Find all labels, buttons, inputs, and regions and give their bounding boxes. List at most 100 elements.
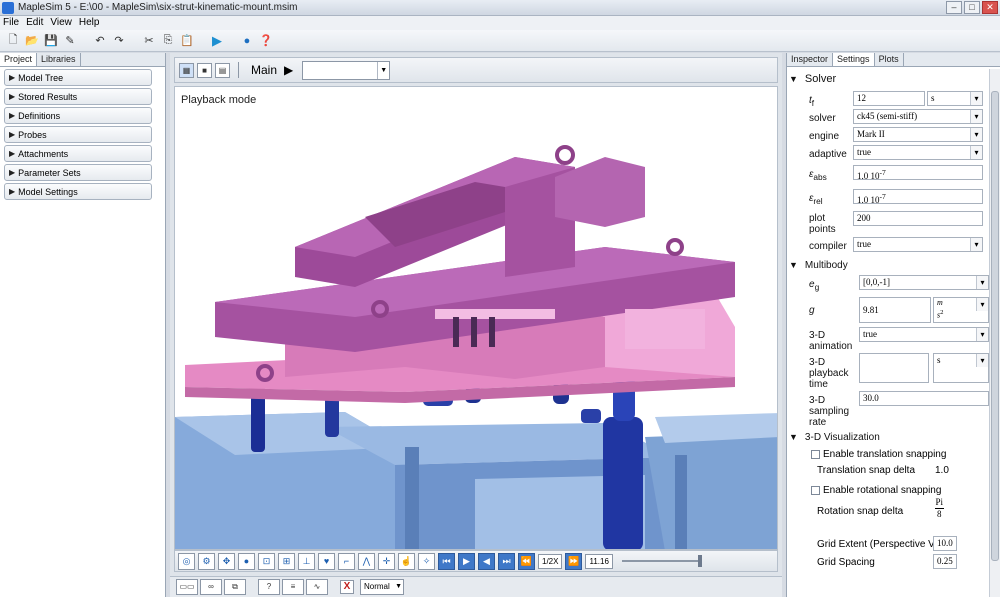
- palette-attachments[interactable]: ▶ Attachments: [4, 145, 152, 162]
- 3d-view-icon[interactable]: ■: [197, 62, 212, 78]
- 3d-sampling-input[interactable]: 30.0: [859, 391, 989, 406]
- close-button[interactable]: ✕: [982, 1, 998, 14]
- camera-icon[interactable]: ◎: [178, 552, 195, 570]
- attach-icon[interactable]: ✎: [63, 34, 77, 48]
- new-file-icon[interactable]: 🗋: [6, 34, 20, 48]
- menu-view[interactable]: View: [50, 16, 72, 30]
- palette-definitions[interactable]: ▶ Definitions: [4, 107, 152, 124]
- g-input[interactable]: 9.81: [859, 297, 931, 323]
- tab-project[interactable]: Project: [0, 53, 38, 66]
- copy-icon[interactable]: ⎘: [161, 34, 175, 48]
- gear-icon[interactable]: ⚙: [198, 552, 215, 570]
- help-icon[interactable]: ❓: [259, 34, 273, 48]
- crosshair-icon[interactable]: ✛: [378, 552, 395, 570]
- chat-icon[interactable]: ●: [240, 34, 254, 48]
- slider-knob[interactable]: [697, 555, 702, 567]
- trace-icon[interactable]: ⋀: [358, 552, 375, 570]
- paste-icon[interactable]: 📋: [180, 34, 194, 48]
- menu-file[interactable]: File: [3, 16, 19, 30]
- grid-spacing-input[interactable]: 0.25: [933, 554, 957, 569]
- settings-scrollbar[interactable]: [989, 69, 1000, 597]
- display-mode-select[interactable]: Normal ▼: [360, 579, 404, 595]
- tab-inspector[interactable]: Inspector: [787, 53, 834, 66]
- expand-triangle-icon: ▶: [9, 92, 16, 101]
- palette-probes[interactable]: ▶ Probes: [4, 126, 152, 143]
- bottom-toolbar: ▭▭ ∞ ⧉ ? ≡ ∿ X Normal ▼: [170, 576, 782, 597]
- fast-forward-icon[interactable]: ⏩: [565, 552, 583, 570]
- subsystem-select[interactable]: ▼: [302, 60, 391, 80]
- signal-icon[interactable]: ∿: [306, 579, 328, 595]
- axes-icon[interactable]: ⊥: [298, 552, 315, 570]
- run-simulation-icon[interactable]: ▶: [210, 33, 224, 48]
- step-back-icon[interactable]: ◀: [478, 552, 495, 570]
- save-icon[interactable]: 💾: [44, 34, 58, 48]
- eg-select[interactable]: [0,0,-1]: [859, 275, 989, 290]
- open-folder-icon[interactable]: 📂: [25, 34, 39, 48]
- tf-unit-select[interactable]: s: [927, 91, 983, 106]
- zoom-fit-icon[interactable]: ⊡: [258, 552, 275, 570]
- skip-end-icon[interactable]: ⏭: [498, 552, 515, 570]
- time-slider[interactable]: [621, 555, 702, 567]
- view-dropdown-icon[interactable]: ✥: [218, 552, 235, 570]
- help-doc-icon[interactable]: ?: [258, 579, 280, 595]
- visualization-section-header[interactable]: ▼ 3-D Visualization: [789, 431, 880, 443]
- diagram-view-icon[interactable]: ▦: [179, 62, 194, 78]
- 3d-playback-unit-select[interactable]: s: [933, 353, 989, 383]
- color-icon[interactable]: ●: [238, 552, 255, 570]
- undo-icon[interactable]: ↶: [93, 34, 107, 48]
- favorite-icon[interactable]: ♥: [318, 552, 335, 570]
- grid-extent-input[interactable]: 10.0: [933, 536, 957, 551]
- solver-section-header[interactable]: ▼ Solver: [789, 73, 836, 85]
- rewind-icon[interactable]: ⏪: [518, 552, 535, 570]
- 3d-playback-input[interactable]: [859, 353, 929, 383]
- tf-input[interactable]: 12: [853, 91, 925, 106]
- record-icon[interactable]: ✧: [418, 552, 435, 570]
- kinematic-mount-3d-scene[interactable]: [175, 87, 778, 550]
- split-view-icon[interactable]: ▤: [215, 62, 230, 78]
- tab-libraries[interactable]: Libraries: [37, 53, 81, 66]
- 3d-viewport[interactable]: Playback mode: [174, 86, 778, 550]
- probe-icon[interactable]: ⌐: [338, 552, 355, 570]
- document-icon[interactable]: ≡: [282, 579, 304, 595]
- tab-plots[interactable]: Plots: [875, 53, 904, 66]
- expand-triangle-icon: ▶: [9, 130, 16, 139]
- eabs-input[interactable]: 1.0 10-7: [853, 165, 983, 180]
- rotation-delta-label: Rotation snap delta: [817, 506, 904, 517]
- compiler-select[interactable]: true: [853, 237, 983, 252]
- rotational-snap-checkbox[interactable]: Enable rotational snapping: [811, 485, 941, 496]
- network-icon[interactable]: ⧉: [224, 579, 246, 595]
- 3d-animation-select[interactable]: true: [859, 327, 989, 342]
- palette-parameter-sets[interactable]: ▶ Parameter Sets: [4, 164, 152, 181]
- rotation-delta-value[interactable]: Pi 8: [935, 497, 944, 520]
- adaptive-select[interactable]: true: [853, 145, 983, 160]
- menu-edit[interactable]: Edit: [26, 16, 43, 30]
- palette-model-tree[interactable]: ▶ Model Tree: [4, 69, 152, 86]
- skip-start-icon[interactable]: ⏮: [438, 552, 455, 570]
- scrollbar-thumb[interactable]: [991, 91, 999, 561]
- solver-select[interactable]: ck45 (semi-stiff): [853, 109, 983, 124]
- play-icon[interactable]: ▶: [458, 552, 475, 570]
- cut-icon[interactable]: ✂: [142, 34, 156, 48]
- workspace: ▦ ■ ▤ Main ▶ ▼ Playback mode ◎ ⚙ ✥ ● ⊡ ⊞…: [170, 53, 782, 597]
- link-icon[interactable]: ∞: [200, 579, 222, 595]
- expand-triangle-icon: ▶: [9, 168, 16, 177]
- g-unit-select[interactable]: m s2: [933, 297, 989, 323]
- palette-stored-results[interactable]: ▶ Stored Results: [4, 88, 152, 105]
- tab-settings[interactable]: Settings: [833, 53, 875, 66]
- close-x-icon[interactable]: X: [340, 580, 354, 594]
- redo-icon[interactable]: ↷: [112, 34, 126, 48]
- plot-points-input[interactable]: 200: [853, 211, 983, 226]
- erel-input[interactable]: 1.0 10-7: [853, 189, 983, 204]
- maximize-button[interactable]: □: [964, 1, 980, 14]
- grid-icon[interactable]: ⊞: [278, 552, 295, 570]
- palette-model-settings[interactable]: ▶ Model Settings: [4, 183, 152, 200]
- multibody-section-header[interactable]: ▼ Multibody: [789, 259, 848, 271]
- hand-icon[interactable]: ☝: [398, 552, 415, 570]
- menu-help[interactable]: Help: [79, 16, 100, 30]
- translation-snap-checkbox[interactable]: Enable translation snapping: [811, 449, 946, 460]
- translation-delta-value[interactable]: 1.0: [935, 465, 949, 476]
- minimize-button[interactable]: –: [946, 1, 962, 14]
- diagram-icon[interactable]: ▭▭: [176, 579, 198, 595]
- playback-speed[interactable]: 1/2X: [538, 553, 563, 569]
- engine-select[interactable]: Mark II: [853, 127, 983, 142]
